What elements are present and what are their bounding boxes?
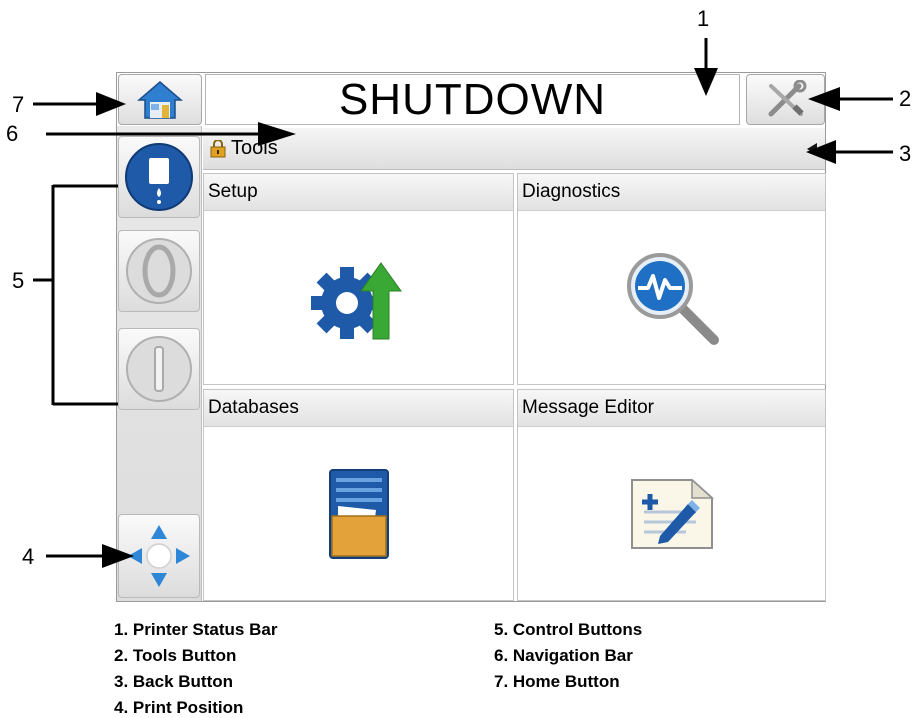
callout-number-6: 6	[6, 121, 19, 146]
callout-number-4: 4	[22, 544, 35, 569]
callout-arrowhead-3	[806, 140, 836, 164]
callout-arrowhead-7	[96, 92, 126, 116]
legend-item-2: 2. Tools Button	[114, 646, 237, 665]
legend-item-3: 3. Back Button	[114, 672, 234, 691]
callout-number-2: 2	[899, 86, 912, 111]
callout-arrowhead-6	[258, 122, 296, 146]
callout-number-3: 3	[899, 141, 912, 166]
legend-item-6: 6. Navigation Bar	[494, 646, 633, 665]
callout-arrowhead-1	[694, 68, 718, 96]
legend-item-1: 1. Printer Status Bar	[114, 620, 278, 639]
callout-number-7: 7	[12, 92, 25, 117]
callout-number-5: 5	[12, 268, 25, 293]
callout-number-1: 1	[697, 6, 710, 31]
callout-arrowhead-4	[102, 544, 134, 568]
legend-item-5: 5. Control Buttons	[494, 620, 643, 639]
legend-item-4: 4. Print Position	[114, 698, 244, 717]
legend-item-7: 7. Home Button	[494, 672, 620, 691]
callout-arrowhead-2	[808, 87, 840, 111]
callout-arrows	[33, 38, 893, 568]
